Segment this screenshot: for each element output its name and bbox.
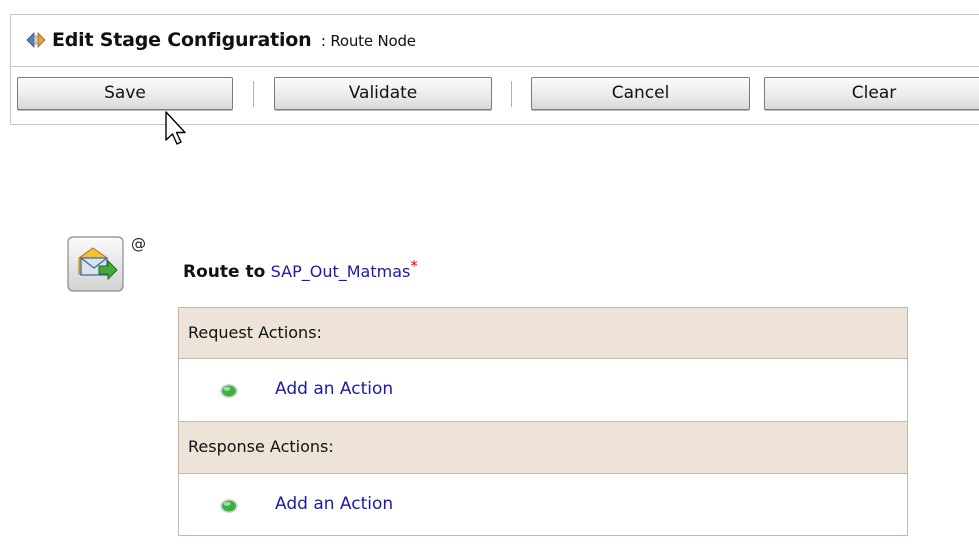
green-status-icon [220, 384, 238, 398]
page-subtitle: : Route Node [321, 32, 416, 50]
add-request-action-link[interactable]: Add an Action [275, 379, 393, 399]
title-bar: Edit Stage Configuration : Route Node [10, 14, 979, 67]
route-to-label: Route to [183, 262, 266, 282]
page-title-text: Edit Stage Configuration [52, 29, 312, 51]
required-marker: * [410, 257, 418, 275]
page-title: Edit Stage Configuration : Route Node [52, 29, 416, 51]
green-status-icon [220, 499, 238, 513]
route-envelope-icon[interactable] [67, 236, 124, 292]
response-actions-row: Add an Action [178, 474, 908, 536]
edit-stage-configuration-page: Edit Stage Configuration : Route Node Sa… [0, 0, 979, 546]
actions-table: Request Actions: Add an Action Response … [178, 307, 908, 536]
cancel-button[interactable]: Cancel [531, 77, 750, 110]
route-target-link[interactable]: SAP_Out_Matmas [271, 262, 411, 281]
title-separator: : [320, 32, 326, 50]
toolbar-separator [253, 81, 254, 107]
route-to-line: Route to SAP_Out_Matmas* [183, 257, 418, 282]
page-subtitle-text: Route Node [330, 32, 416, 50]
toolbar-separator [511, 81, 512, 107]
validate-button[interactable]: Validate [274, 77, 492, 110]
clear-button[interactable]: Clear [764, 77, 979, 110]
save-button[interactable]: Save [17, 77, 233, 110]
toolbar: Save Validate Cancel Clear [10, 67, 979, 125]
stage-config-icon [26, 32, 46, 48]
add-response-action-link[interactable]: Add an Action [275, 494, 393, 514]
mouse-pointer-icon [165, 111, 186, 145]
response-actions-header: Response Actions: [178, 422, 908, 474]
request-actions-header: Request Actions: [178, 307, 908, 359]
at-symbol: @ [131, 235, 146, 253]
request-actions-row: Add an Action [178, 359, 908, 422]
